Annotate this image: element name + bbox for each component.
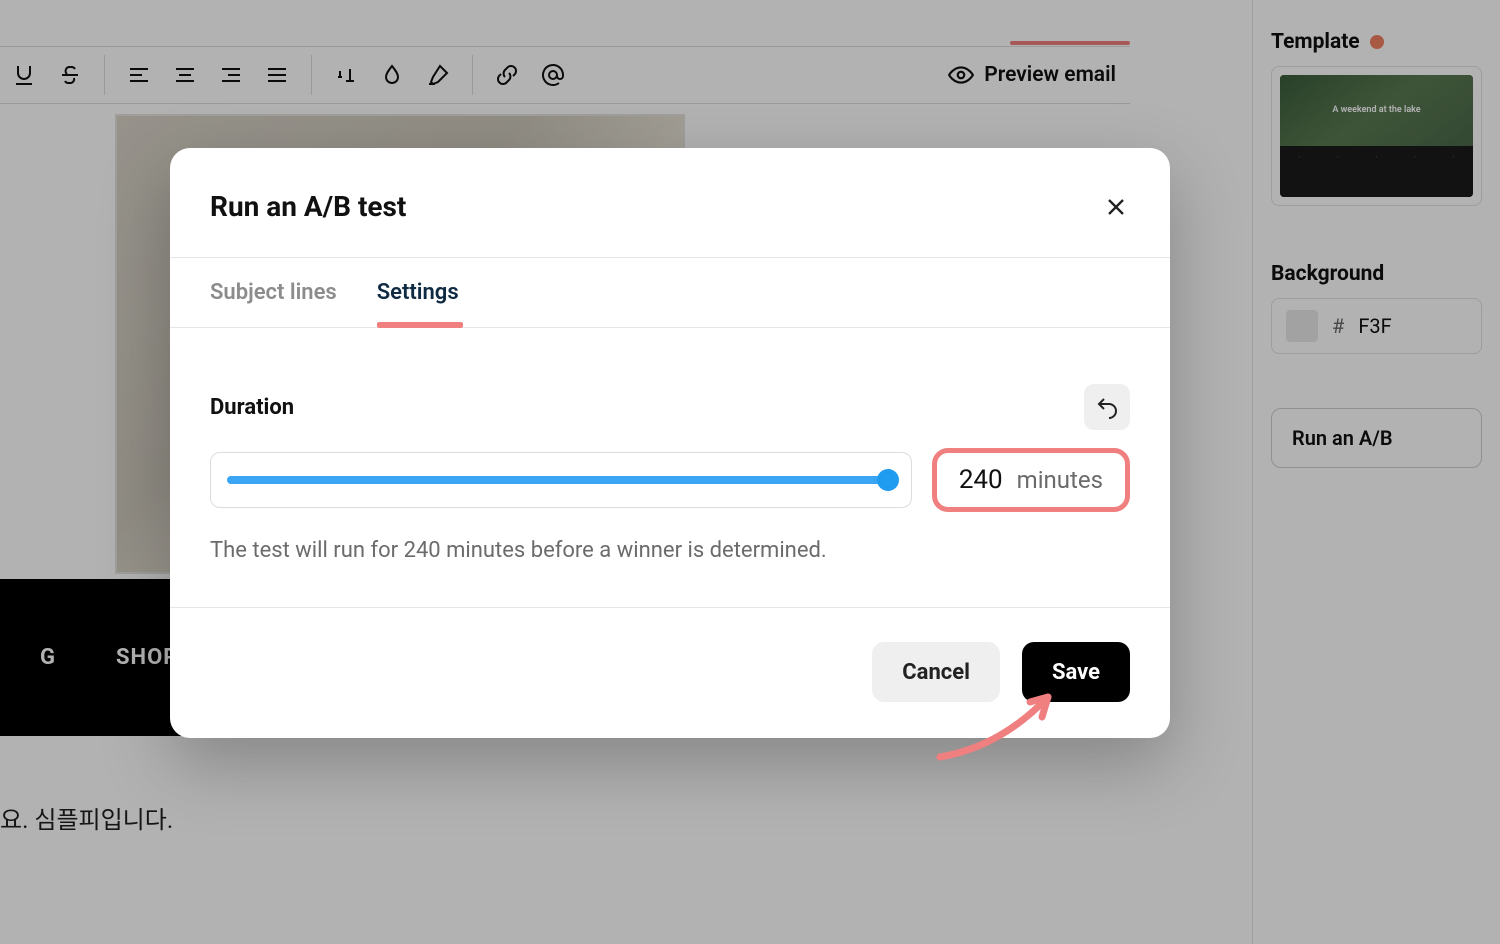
duration-label: Duration [210,395,294,420]
slider-track [227,476,895,484]
duration-slider[interactable] [210,452,912,508]
duration-value: 240 [959,465,1003,495]
reset-duration-button[interactable] [1084,384,1130,430]
tab-settings[interactable]: Settings [377,280,459,327]
modal-overlay: Run an A/B test Subject lines Settings D… [0,0,1500,944]
duration-readout: 240 minutes [932,448,1130,512]
ab-test-modal: Run an A/B test Subject lines Settings D… [170,148,1170,738]
duration-controls: 240 minutes [210,448,1130,512]
duration-header-row: Duration [210,384,1130,430]
slider-thumb[interactable] [877,469,899,491]
modal-header: Run an A/B test [170,148,1170,257]
close-button[interactable] [1102,193,1130,221]
undo-icon [1095,395,1119,419]
close-icon [1104,195,1128,219]
cancel-button[interactable]: Cancel [872,642,1000,702]
duration-help-text: The test will run for 240 minutes before… [210,538,1130,563]
duration-unit: minutes [1017,466,1103,494]
modal-footer: Cancel Save [170,608,1170,738]
modal-body: Duration 240 minutes The test will run f… [170,328,1170,608]
modal-title: Run an A/B test [210,190,406,223]
tab-subject-lines[interactable]: Subject lines [210,280,337,327]
modal-tabs: Subject lines Settings [170,258,1170,328]
save-button[interactable]: Save [1022,642,1130,702]
